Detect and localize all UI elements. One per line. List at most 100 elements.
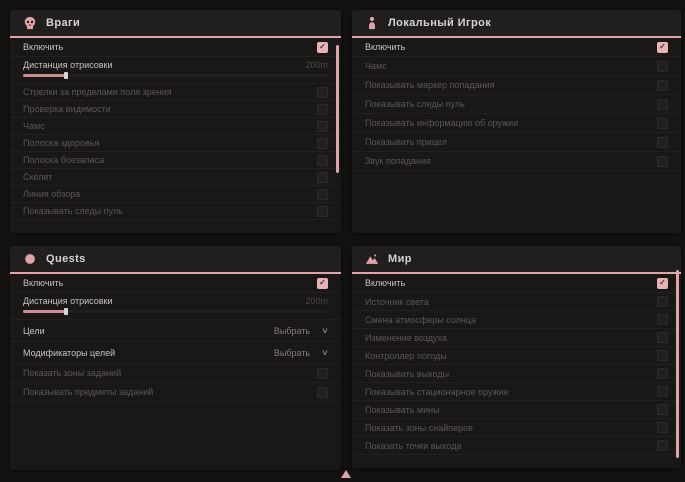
checkbox[interactable] <box>657 440 668 451</box>
checkbox[interactable] <box>317 172 328 183</box>
slider-row-draw-distance: Дистанция отрисовки 200m <box>10 293 341 320</box>
option-row[interactable]: Показывать следы пуль <box>10 203 341 220</box>
option-row[interactable]: Контроллер погоды <box>352 347 681 365</box>
dropdown-value: Выбрать <box>274 348 310 358</box>
checkbox[interactable] <box>317 104 328 115</box>
panel-title: Враги <box>46 17 80 29</box>
scrollbar[interactable] <box>676 270 679 458</box>
option-row-enable[interactable]: Включить ✓ <box>352 274 681 293</box>
panel-title: Мир <box>388 253 412 265</box>
checkbox[interactable] <box>657 296 668 307</box>
skull-icon <box>23 16 37 30</box>
option-row[interactable]: Показать точки выхода <box>352 437 681 455</box>
slider-track[interactable] <box>23 74 328 77</box>
option-label: Стрелки за пределами поля зрения <box>23 87 172 97</box>
option-row[interactable]: Чамс <box>10 118 341 135</box>
option-label: Полоска боезапаса <box>23 155 104 165</box>
checkbox[interactable] <box>317 206 328 217</box>
option-row[interactable]: Полоска здоровья <box>10 135 341 152</box>
slider-label: Дистанция отрисовки <box>23 296 113 306</box>
option-row[interactable]: Показывать стационарное оружие <box>352 383 681 401</box>
checkbox[interactable] <box>317 155 328 166</box>
checkbox[interactable] <box>317 87 328 98</box>
option-row[interactable]: Показать зоны снайперов <box>352 419 681 437</box>
option-row-enable[interactable]: Включить ✓ <box>352 38 681 57</box>
mountain-icon <box>365 252 379 266</box>
option-row[interactable]: Смена атмосферы солнца <box>352 311 681 329</box>
checkbox[interactable]: ✓ <box>657 278 668 289</box>
checkbox[interactable] <box>657 118 668 129</box>
option-row[interactable]: Стрелки за пределами поля зрения <box>10 84 341 101</box>
checkbox[interactable] <box>317 121 328 132</box>
option-row[interactable]: Показывать прицел <box>352 133 681 152</box>
option-row[interactable]: Линия обзора <box>10 186 341 203</box>
option-row[interactable]: Источник света <box>352 293 681 311</box>
slider-value: 200m <box>305 60 328 70</box>
option-label: Показывать маркер попадания <box>365 80 495 90</box>
chevron-down-icon: ∨ <box>321 348 329 357</box>
option-row[interactable]: Звук попадания <box>352 152 681 171</box>
checkbox[interactable] <box>317 138 328 149</box>
check-icon: ✓ <box>659 43 666 51</box>
checkbox[interactable] <box>657 368 668 379</box>
checkbox[interactable] <box>317 387 328 398</box>
option-row[interactable]: Показывать предметы заданий <box>10 383 341 402</box>
panel-title: Локальный Игрок <box>388 17 491 29</box>
select-row-targets[interactable]: Цели Выбрать ∨ <box>10 320 341 342</box>
slider-track[interactable] <box>23 310 328 313</box>
slider-row-draw-distance: Дистанция отрисовки 200m <box>10 57 341 84</box>
checkbox[interactable] <box>317 189 328 200</box>
checkbox[interactable] <box>657 156 668 167</box>
panel-world-header[interactable]: Мир <box>352 246 681 274</box>
slider-handle[interactable] <box>64 308 68 315</box>
slider-fill <box>23 310 66 313</box>
option-row[interactable]: Полоска боезапаса <box>10 152 341 169</box>
checkbox[interactable] <box>657 350 668 361</box>
option-row[interactable]: Показывать маркер попадания <box>352 76 681 95</box>
dropdown[interactable]: Выбрать ∨ <box>274 326 328 336</box>
option-row[interactable]: Изменение воздуха <box>352 329 681 347</box>
panel-local-player-header[interactable]: Локальный Игрок <box>352 10 681 38</box>
option-row[interactable]: Показать зоны заданий <box>10 364 341 383</box>
option-row[interactable]: Проверка видимости <box>10 101 341 118</box>
option-row[interactable]: Показывать следы пуль <box>352 95 681 114</box>
checkbox[interactable] <box>657 80 668 91</box>
checkbox[interactable] <box>657 99 668 110</box>
option-row[interactable]: Чамс <box>352 57 681 76</box>
dropdown[interactable]: Выбрать ∨ <box>274 348 328 358</box>
checkbox[interactable] <box>657 314 668 325</box>
panel-local-player-body: Включить ✓ Чамс Показывать маркер попада… <box>352 38 681 171</box>
option-row[interactable]: Показывать мины <box>352 401 681 419</box>
option-label: Включить <box>23 278 63 288</box>
panel-enemies: Враги Включить ✓ Дистанция отрисовки 200… <box>10 10 341 233</box>
checkbox[interactable] <box>317 368 328 379</box>
option-label: Показывать прицел <box>365 137 447 147</box>
checkbox[interactable] <box>657 404 668 415</box>
chevron-down-icon: ∨ <box>321 326 329 335</box>
option-label: Показывать информацию об оружии <box>365 118 518 128</box>
option-row-enable[interactable]: Включить ✓ <box>10 38 341 57</box>
checkbox[interactable] <box>657 386 668 397</box>
checkbox[interactable]: ✓ <box>317 278 328 289</box>
checkbox[interactable] <box>657 422 668 433</box>
slider-handle[interactable] <box>64 72 68 79</box>
option-label: Линия обзора <box>23 189 80 199</box>
checkbox[interactable] <box>657 332 668 343</box>
option-label: Звук попадания <box>365 156 431 166</box>
option-row[interactable]: Показывать информацию об оружии <box>352 114 681 133</box>
option-label: Включить <box>23 42 63 52</box>
select-label: Цели <box>23 326 45 336</box>
checkbox[interactable] <box>657 137 668 148</box>
select-row-target-modifiers[interactable]: Модификаторы целей Выбрать ∨ <box>10 342 341 364</box>
panel-quests-header[interactable]: Quests <box>10 246 341 274</box>
option-row-enable[interactable]: Включить ✓ <box>10 274 341 293</box>
option-label: Показать зоны снайперов <box>365 423 473 433</box>
checkbox[interactable] <box>657 61 668 72</box>
checkbox[interactable]: ✓ <box>657 42 668 53</box>
option-row[interactable]: Показывать выходы <box>352 365 681 383</box>
panel-enemies-header[interactable]: Враги <box>10 10 341 38</box>
select-label: Модификаторы целей <box>23 348 115 358</box>
checkbox[interactable]: ✓ <box>317 42 328 53</box>
scrollbar[interactable] <box>336 45 339 173</box>
option-row[interactable]: Скелет <box>10 169 341 186</box>
